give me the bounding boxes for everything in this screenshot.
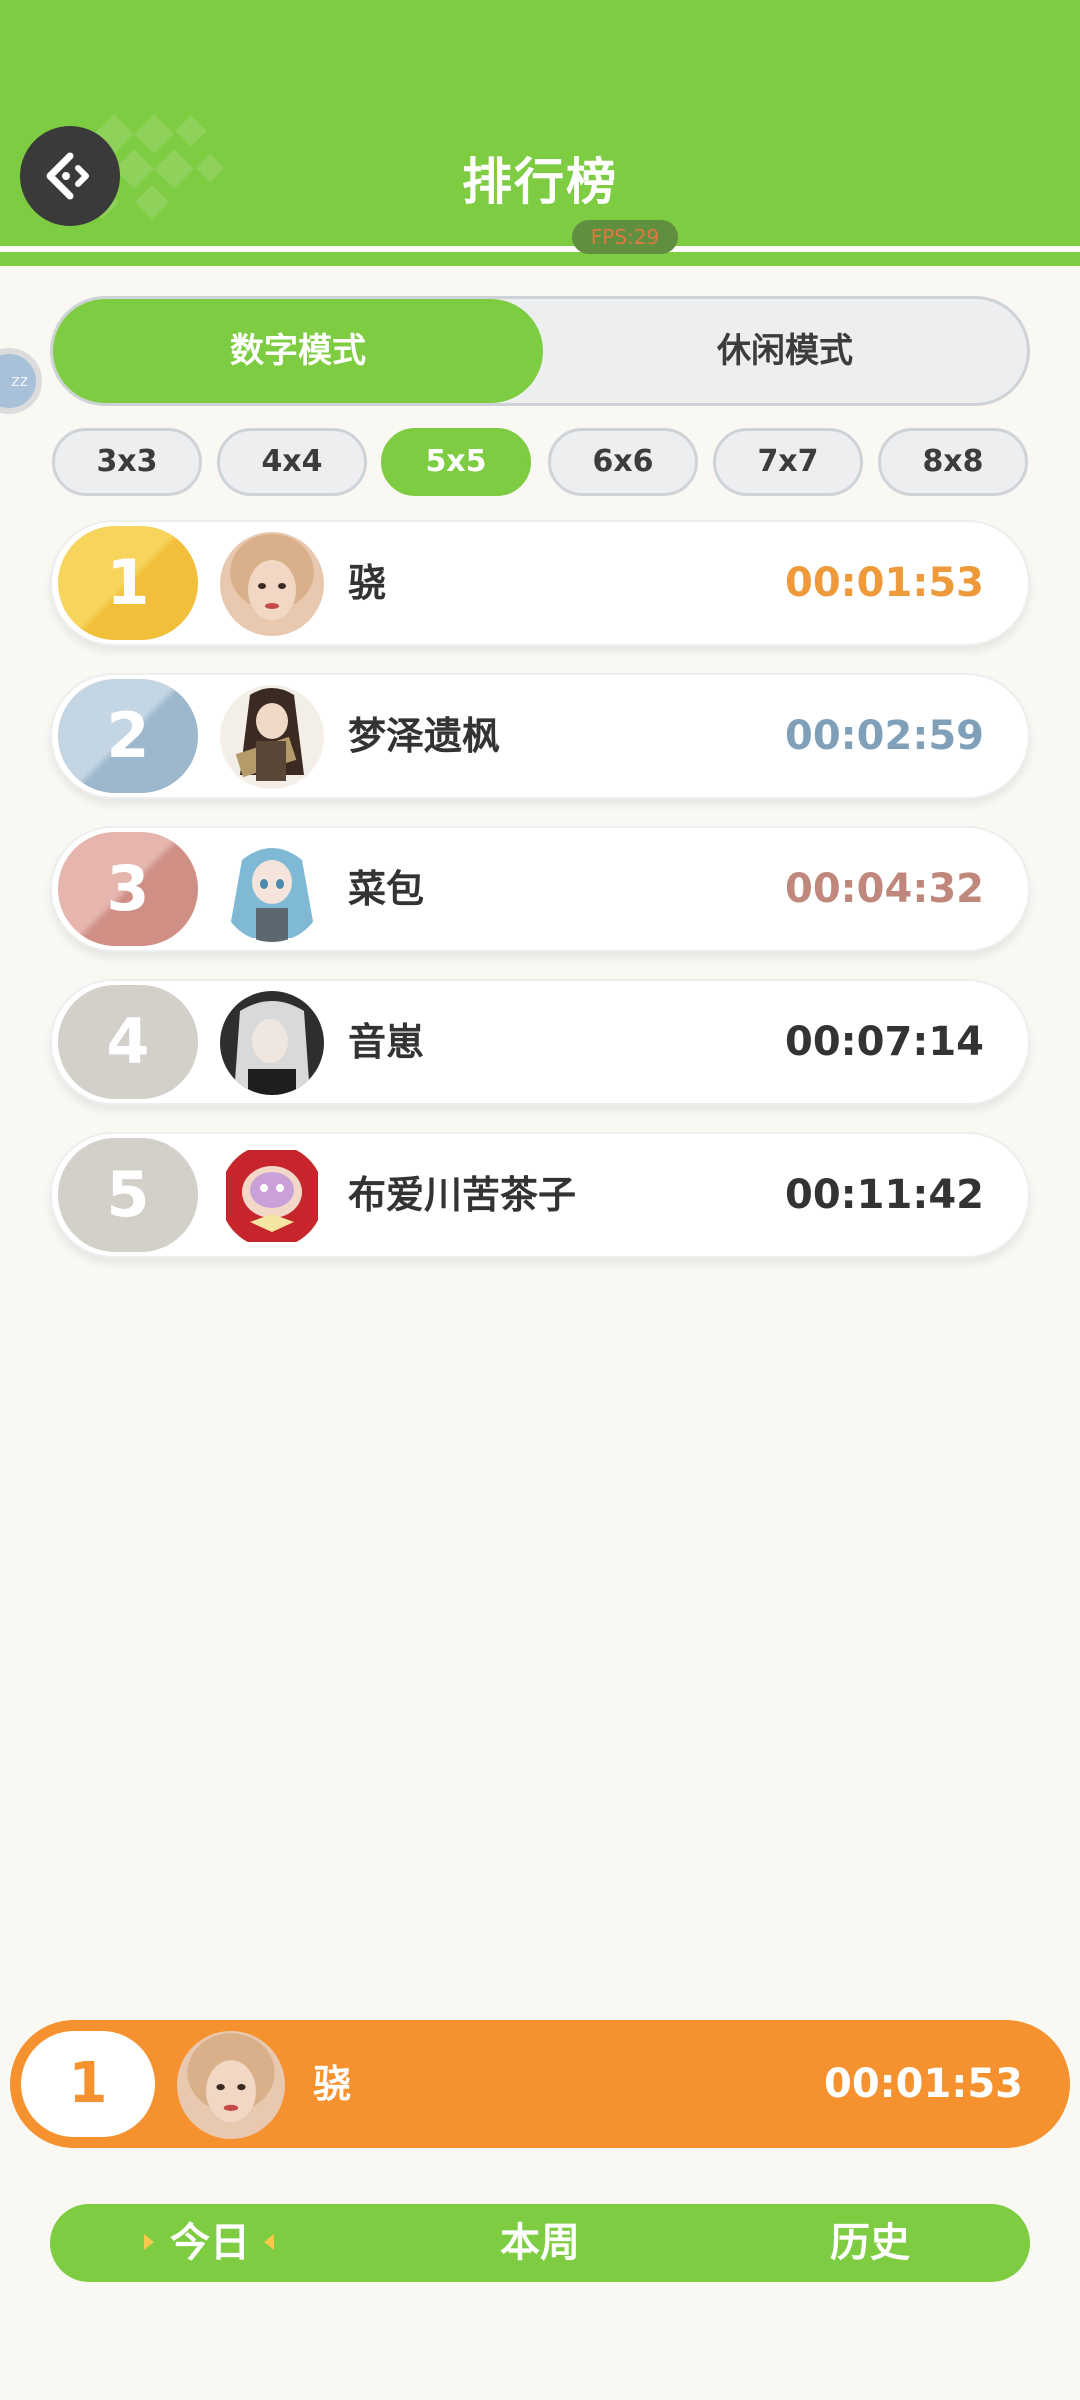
header-divider-strip — [0, 252, 1080, 266]
rank-badge: 4 — [58, 985, 198, 1099]
size-chip-5x5[interactable]: 5x5 — [381, 428, 531, 496]
mode-toggle: 数字模式 休闲模式 — [50, 296, 1030, 406]
player-time: 00:11:42 — [785, 1172, 984, 1218]
my-name: 骁 — [313, 2062, 352, 2106]
side-float-token[interactable]: zz — [0, 348, 42, 414]
player-name: 梦泽遗枫 — [348, 714, 501, 758]
player-name: 骁 — [348, 561, 387, 605]
player-time: 00:01:53 — [785, 560, 984, 606]
my-time: 00:01:53 — [824, 2061, 1023, 2107]
tab-casual-mode[interactable]: 休闲模式 — [543, 299, 1027, 403]
player-name: 布爱川苦茶子 — [348, 1173, 577, 1217]
my-rank-bar[interactable]: 1 骁 00:01:53 — [10, 2020, 1070, 2148]
rank-badge: 5 — [58, 1138, 198, 1252]
player-name: 菜包 — [348, 867, 425, 911]
leaderboard-row[interactable]: 5 布爱川苦茶子 00:11:42 — [50, 1132, 1030, 1258]
my-avatar — [177, 2031, 285, 2139]
leaderboard-row[interactable]: 3 菜包 00:04:32 — [50, 826, 1030, 952]
size-chip-3x3[interactable]: 3x3 — [52, 428, 202, 496]
rank-badge-gold: 1 — [58, 526, 198, 640]
page-title: 排行榜 — [462, 153, 618, 211]
avatar — [220, 685, 324, 789]
player-time: 00:07:14 — [785, 1019, 984, 1065]
my-rank-badge: 1 — [21, 2031, 155, 2137]
tab-history[interactable]: 历史 — [810, 2204, 930, 2282]
tab-week[interactable]: 本周 — [480, 2204, 600, 2282]
fps-badge: FPS:29 — [572, 220, 678, 254]
rank-badge-bronze: 3 — [58, 832, 198, 946]
player-time: 00:04:32 — [785, 866, 984, 912]
period-tabs: 今日 本周 历史 — [50, 2204, 1030, 2282]
leaderboard-row[interactable]: 1 骁 00:01:53 — [50, 520, 1030, 646]
rank-badge-silver: 2 — [58, 679, 198, 793]
size-chip-7x7[interactable]: 7x7 — [713, 428, 863, 496]
leaderboard-row[interactable]: 2 梦泽遗枫 00:02:59 — [50, 673, 1030, 799]
player-time: 00:02:59 — [785, 713, 984, 759]
avatar — [220, 838, 324, 942]
avatar — [220, 991, 324, 1095]
player-name: 音崽 — [348, 1020, 425, 1064]
size-chip-6x6[interactable]: 6x6 — [548, 428, 698, 496]
avatar — [220, 532, 324, 636]
tab-number-mode[interactable]: 数字模式 — [53, 299, 543, 403]
leaderboard-row[interactable]: 4 音崽 00:07:14 — [50, 979, 1030, 1105]
size-chip-8x8[interactable]: 8x8 — [878, 428, 1028, 496]
size-chip-4x4[interactable]: 4x4 — [217, 428, 367, 496]
tab-today[interactable]: 今日 — [150, 2204, 270, 2282]
avatar — [220, 1144, 324, 1248]
triangle-marker-icon — [264, 2234, 274, 2250]
